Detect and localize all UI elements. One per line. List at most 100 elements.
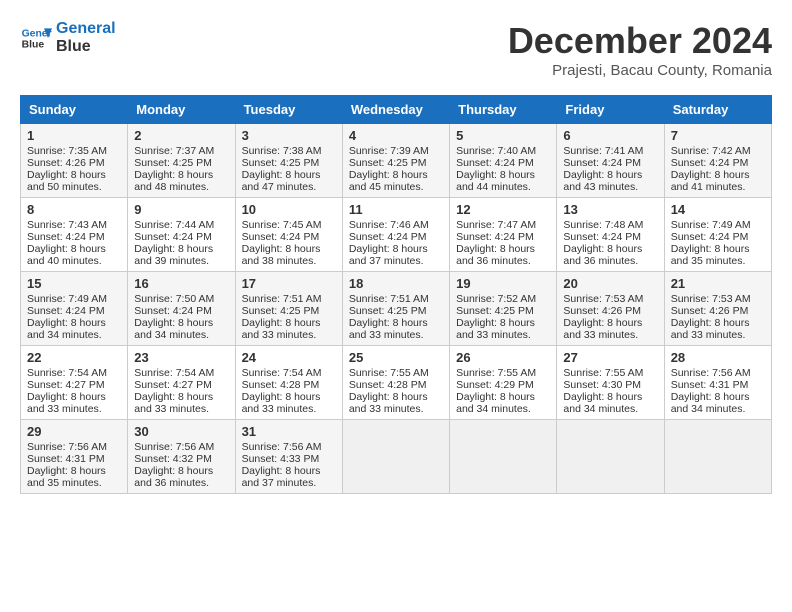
daylight: Daylight: 8 hours and 33 minutes.: [242, 317, 321, 341]
calendar-cell: 8Sunrise: 7:43 AMSunset: 4:24 PMDaylight…: [21, 198, 128, 272]
sunset: Sunset: 4:28 PM: [242, 379, 320, 391]
daylight: Daylight: 8 hours and 33 minutes.: [242, 391, 321, 415]
sunrise: Sunrise: 7:55 AM: [563, 367, 643, 379]
daylight: Daylight: 8 hours and 34 minutes.: [27, 317, 106, 341]
col-thursday: Thursday: [450, 96, 557, 124]
daylight: Daylight: 8 hours and 33 minutes.: [27, 391, 106, 415]
sunset: Sunset: 4:28 PM: [349, 379, 427, 391]
day-number: 16: [134, 276, 228, 291]
calendar-cell: 11Sunrise: 7:46 AMSunset: 4:24 PMDayligh…: [342, 198, 449, 272]
sunrise: Sunrise: 7:39 AM: [349, 145, 429, 157]
calendar-cell: [342, 420, 449, 494]
sunrise: Sunrise: 7:53 AM: [563, 293, 643, 305]
calendar-cell: 28Sunrise: 7:56 AMSunset: 4:31 PMDayligh…: [664, 346, 771, 420]
sunset: Sunset: 4:27 PM: [134, 379, 212, 391]
sunset: Sunset: 4:24 PM: [134, 231, 212, 243]
sunrise: Sunrise: 7:54 AM: [134, 367, 214, 379]
sunrise: Sunrise: 7:35 AM: [27, 145, 107, 157]
day-number: 30: [134, 424, 228, 439]
calendar-cell: 2Sunrise: 7:37 AMSunset: 4:25 PMDaylight…: [128, 124, 235, 198]
daylight: Daylight: 8 hours and 33 minutes.: [134, 391, 213, 415]
sunset: Sunset: 4:31 PM: [27, 453, 105, 465]
calendar-cell: 5Sunrise: 7:40 AMSunset: 4:24 PMDaylight…: [450, 124, 557, 198]
calendar-cell: 3Sunrise: 7:38 AMSunset: 4:25 PMDaylight…: [235, 124, 342, 198]
calendar-table: Sunday Monday Tuesday Wednesday Thursday…: [20, 95, 772, 494]
sunset: Sunset: 4:24 PM: [27, 305, 105, 317]
day-number: 26: [456, 350, 550, 365]
calendar-cell: 13Sunrise: 7:48 AMSunset: 4:24 PMDayligh…: [557, 198, 664, 272]
calendar-cell: 15Sunrise: 7:49 AMSunset: 4:24 PMDayligh…: [21, 272, 128, 346]
sunrise: Sunrise: 7:38 AM: [242, 145, 322, 157]
daylight: Daylight: 8 hours and 41 minutes.: [671, 169, 750, 193]
sunset: Sunset: 4:24 PM: [671, 231, 749, 243]
calendar-cell: 26Sunrise: 7:55 AMSunset: 4:29 PMDayligh…: [450, 346, 557, 420]
sunrise: Sunrise: 7:50 AM: [134, 293, 214, 305]
day-number: 3: [242, 128, 336, 143]
day-number: 7: [671, 128, 765, 143]
sunset: Sunset: 4:24 PM: [242, 231, 320, 243]
day-number: 17: [242, 276, 336, 291]
day-number: 4: [349, 128, 443, 143]
sunrise: Sunrise: 7:49 AM: [671, 219, 751, 231]
sunset: Sunset: 4:24 PM: [671, 157, 749, 169]
day-number: 12: [456, 202, 550, 217]
location: Prajesti, Bacau County, Romania: [508, 62, 772, 79]
sunset: Sunset: 4:25 PM: [134, 157, 212, 169]
sunrise: Sunrise: 7:56 AM: [242, 441, 322, 453]
sunset: Sunset: 4:30 PM: [563, 379, 641, 391]
day-number: 9: [134, 202, 228, 217]
logo-text: General: [56, 20, 116, 38]
daylight: Daylight: 8 hours and 39 minutes.: [134, 243, 213, 267]
daylight: Daylight: 8 hours and 34 minutes.: [563, 391, 642, 415]
day-number: 5: [456, 128, 550, 143]
calendar-cell: 25Sunrise: 7:55 AMSunset: 4:28 PMDayligh…: [342, 346, 449, 420]
calendar-cell: [450, 420, 557, 494]
daylight: Daylight: 8 hours and 47 minutes.: [242, 169, 321, 193]
calendar-cell: [557, 420, 664, 494]
daylight: Daylight: 8 hours and 37 minutes.: [349, 243, 428, 267]
daylight: Daylight: 8 hours and 35 minutes.: [671, 243, 750, 267]
sunrise: Sunrise: 7:49 AM: [27, 293, 107, 305]
daylight: Daylight: 8 hours and 36 minutes.: [456, 243, 535, 267]
daylight: Daylight: 8 hours and 37 minutes.: [242, 465, 321, 489]
calendar-row-1: 1Sunrise: 7:35 AMSunset: 4:26 PMDaylight…: [21, 124, 772, 198]
header-row: Sunday Monday Tuesday Wednesday Thursday…: [21, 96, 772, 124]
sunset: Sunset: 4:24 PM: [456, 157, 534, 169]
daylight: Daylight: 8 hours and 36 minutes.: [563, 243, 642, 267]
title-block: December 2024 Prajesti, Bacau County, Ro…: [508, 20, 772, 79]
daylight: Daylight: 8 hours and 40 minutes.: [27, 243, 106, 267]
sunrise: Sunrise: 7:37 AM: [134, 145, 214, 157]
sunset: Sunset: 4:32 PM: [134, 453, 212, 465]
sunset: Sunset: 4:24 PM: [563, 231, 641, 243]
col-tuesday: Tuesday: [235, 96, 342, 124]
sunrise: Sunrise: 7:56 AM: [671, 367, 751, 379]
daylight: Daylight: 8 hours and 33 minutes.: [349, 391, 428, 415]
daylight: Daylight: 8 hours and 34 minutes.: [456, 391, 535, 415]
calendar-row-3: 15Sunrise: 7:49 AMSunset: 4:24 PMDayligh…: [21, 272, 772, 346]
daylight: Daylight: 8 hours and 48 minutes.: [134, 169, 213, 193]
col-sunday: Sunday: [21, 96, 128, 124]
calendar-cell: 12Sunrise: 7:47 AMSunset: 4:24 PMDayligh…: [450, 198, 557, 272]
calendar-cell: 16Sunrise: 7:50 AMSunset: 4:24 PMDayligh…: [128, 272, 235, 346]
sunset: Sunset: 4:25 PM: [349, 305, 427, 317]
sunset: Sunset: 4:24 PM: [134, 305, 212, 317]
sunrise: Sunrise: 7:40 AM: [456, 145, 536, 157]
sunset: Sunset: 4:24 PM: [563, 157, 641, 169]
sunrise: Sunrise: 7:43 AM: [27, 219, 107, 231]
sunset: Sunset: 4:24 PM: [349, 231, 427, 243]
sunrise: Sunrise: 7:54 AM: [242, 367, 322, 379]
logo: General Blue General Blue: [20, 20, 116, 55]
calendar-cell: 24Sunrise: 7:54 AMSunset: 4:28 PMDayligh…: [235, 346, 342, 420]
calendar-cell: 19Sunrise: 7:52 AMSunset: 4:25 PMDayligh…: [450, 272, 557, 346]
calendar-row-5: 29Sunrise: 7:56 AMSunset: 4:31 PMDayligh…: [21, 420, 772, 494]
daylight: Daylight: 8 hours and 33 minutes.: [563, 317, 642, 341]
sunset: Sunset: 4:33 PM: [242, 453, 320, 465]
sunset: Sunset: 4:27 PM: [27, 379, 105, 391]
day-number: 8: [27, 202, 121, 217]
day-number: 18: [349, 276, 443, 291]
calendar-cell: 30Sunrise: 7:56 AMSunset: 4:32 PMDayligh…: [128, 420, 235, 494]
sunrise: Sunrise: 7:47 AM: [456, 219, 536, 231]
day-number: 31: [242, 424, 336, 439]
day-number: 28: [671, 350, 765, 365]
sunrise: Sunrise: 7:41 AM: [563, 145, 643, 157]
